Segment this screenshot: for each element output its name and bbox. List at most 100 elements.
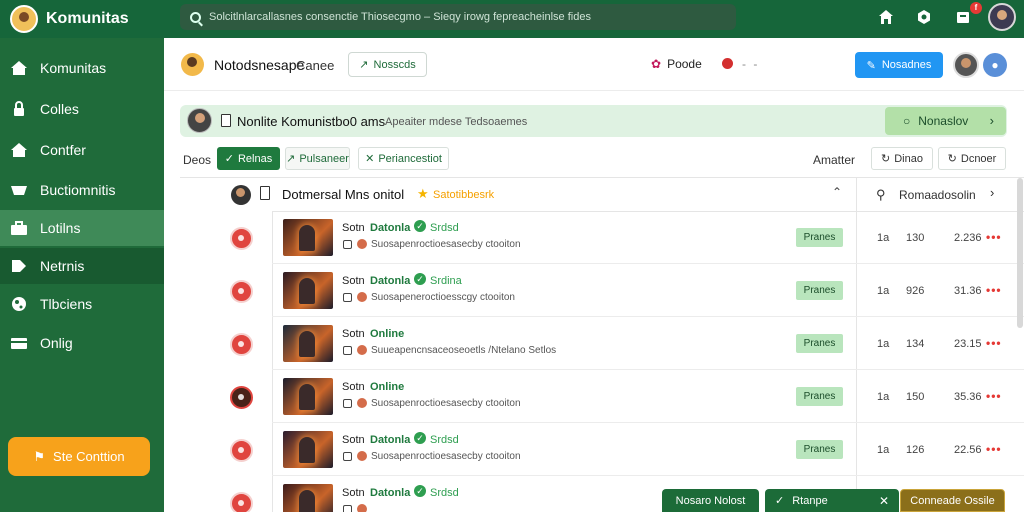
row-status: Datonla [370, 487, 411, 499]
chevron-up-icon[interactable]: ⌃ [832, 185, 842, 199]
brand-name: Komunitas [46, 10, 129, 27]
row-divider [272, 263, 1024, 264]
search-icon [190, 11, 201, 23]
people-label: Poode [667, 57, 702, 71]
bookmark-icon[interactable] [955, 9, 971, 25]
banner-button-label: Nonaslov [918, 114, 969, 128]
row-divider [272, 369, 1024, 370]
row-status: Online [370, 381, 405, 393]
more-icon[interactable]: ••• [986, 336, 1002, 350]
row-avatar[interactable] [230, 439, 253, 462]
checkbox[interactable] [343, 346, 352, 355]
sidebar-item-label: Tlbciens [40, 296, 93, 312]
row-avatar[interactable] [230, 386, 253, 409]
list-item[interactable]: Sotn Online Suueapencnsaceoseoetls /Ntelan… [180, 318, 1024, 370]
row-stat-1: 1a [877, 391, 890, 403]
user-avatar[interactable] [988, 3, 1016, 31]
people-link[interactable]: ✿ Poode [651, 57, 702, 71]
card-icon [11, 338, 27, 349]
list-item[interactable]: Sotn Datonla ✓ Srdina Suosapeneroctioesscgy … [180, 265, 1024, 317]
row-avatar[interactable] [230, 280, 253, 303]
row-action-button[interactable]: Pranes [796, 334, 843, 353]
more-icon[interactable]: ••• [986, 230, 1002, 244]
row-name: Sotn [342, 381, 365, 393]
more-icon[interactable]: ••• [986, 442, 1002, 456]
checkbox[interactable] [343, 240, 352, 249]
row-stat-2: 134 [906, 338, 925, 350]
user-icon: ⚲ [876, 187, 886, 202]
star-icon[interactable]: ★ [417, 186, 429, 202]
row-action-button[interactable]: Pranes [796, 440, 843, 459]
sidebar-item-lotilns[interactable]: Lotilns [0, 210, 164, 246]
checkbox[interactable] [343, 399, 352, 408]
bottom-button-2[interactable]: ✓ Rtanpe ✕ [765, 489, 899, 512]
checkbox[interactable] [343, 452, 352, 461]
sidebar-item-contfer[interactable]: Contfer [0, 132, 164, 168]
header-primary-button[interactable]: ✎ Nosadnes [855, 52, 943, 78]
row-status: Datonla [370, 222, 411, 234]
divider [180, 177, 1024, 178]
tab-active[interactable]: ✓ Relnas [217, 147, 280, 170]
list-item[interactable]: Sotn Datonla ✓ Srdsd Suosapenroctioesasecby … [180, 424, 1024, 476]
sort-select-1[interactable]: ↻ Dinao [871, 147, 933, 170]
close-icon[interactable]: ✕ [879, 494, 889, 508]
row-name: Sotn [342, 222, 365, 234]
header-outline-button[interactable]: ↗ Nosscds [348, 52, 427, 77]
refresh-icon: ↻ [947, 153, 957, 165]
more-icon[interactable]: ••• [986, 283, 1002, 297]
row-action-button[interactable]: Pranes [796, 228, 843, 247]
scrollbar[interactable] [1017, 178, 1023, 328]
row-tag: Srdsd [430, 222, 459, 234]
row-avatar[interactable] [230, 492, 253, 512]
sidebar-item-colles[interactable]: Colles [0, 91, 164, 127]
banner-subtitle: Apeaiter mdese Tedsoaemes [385, 116, 528, 128]
sidebar-item-tlbciens[interactable]: Tlbciens [0, 286, 164, 322]
list-item[interactable]: Sotn Datonla ✓ Srdsd Suosapenroctioesasecby … [180, 212, 1024, 264]
check-icon: ✓ [224, 153, 234, 165]
bottom-button-1[interactable]: Nosaro Nolost [662, 489, 759, 512]
row-action-button[interactable]: Pranes [796, 387, 843, 406]
header-primary-label: Nosadnes [881, 59, 932, 71]
status-dot-icon [722, 58, 733, 69]
member-avatar[interactable] [953, 52, 979, 78]
sort-select-2[interactable]: ↻ Dcnoer [938, 147, 1006, 170]
settings-icon[interactable] [916, 9, 932, 25]
tab-2[interactable]: ↗ Pulsaneer [285, 147, 350, 170]
brand[interactable]: Komunitas [10, 5, 129, 33]
row-avatar[interactable] [230, 333, 253, 356]
row-stat-2: 926 [906, 285, 925, 297]
close-icon: ✕ [365, 153, 375, 165]
tab-active-label: Relnas [237, 152, 273, 165]
row-avatar[interactable] [230, 227, 253, 250]
banner-title: Nonlite Komunistbo0 ams [237, 114, 386, 129]
sidebar-item-komunitas[interactable]: Komunitas [0, 50, 164, 86]
checkbox[interactable] [343, 293, 352, 302]
pencil-icon: ✎ [866, 59, 876, 72]
right-panel-label[interactable]: Romaadosolin [899, 188, 976, 202]
search-input[interactable] [209, 11, 719, 23]
row-tag: Srdsd [430, 487, 459, 499]
more-icon[interactable]: ••• [986, 389, 1002, 403]
sidebar-item-label: Contfer [40, 142, 86, 158]
row-tag: Srdsd [430, 434, 459, 446]
row-action-button[interactable]: Pranes [796, 281, 843, 300]
refresh-icon: ↻ [881, 153, 891, 165]
list-item[interactable]: Sotn Online Suosapenroctioesasecby ctooito… [180, 371, 1024, 423]
row-divider [272, 422, 1024, 423]
bottom-button-3[interactable]: Conneade Ossile [900, 489, 1005, 512]
verified-icon: ✓ [414, 220, 426, 232]
row-divider [272, 316, 1024, 317]
banner-button[interactable]: ○ Nonaslov › [885, 107, 1006, 135]
sidebar-cta-button[interactable]: ⚑ Ste Conttion [8, 437, 150, 476]
search-bar[interactable] [180, 4, 736, 30]
row-status: Datonla [370, 434, 411, 446]
sidebar-item-onlig[interactable]: Onlig [0, 325, 164, 361]
sidebar-item-buctiomnitis[interactable]: Buctiomnitis [0, 172, 164, 208]
home-icon[interactable] [878, 9, 894, 25]
chevron-right-icon[interactable]: › [990, 185, 994, 200]
checkbox[interactable] [343, 505, 352, 512]
pin-icon[interactable]: ● [983, 53, 1007, 77]
home-icon [11, 143, 27, 157]
tab-3[interactable]: ✕ Periancestiot [358, 147, 449, 170]
sidebar-item-netrnis[interactable]: Netrnis [0, 248, 164, 284]
